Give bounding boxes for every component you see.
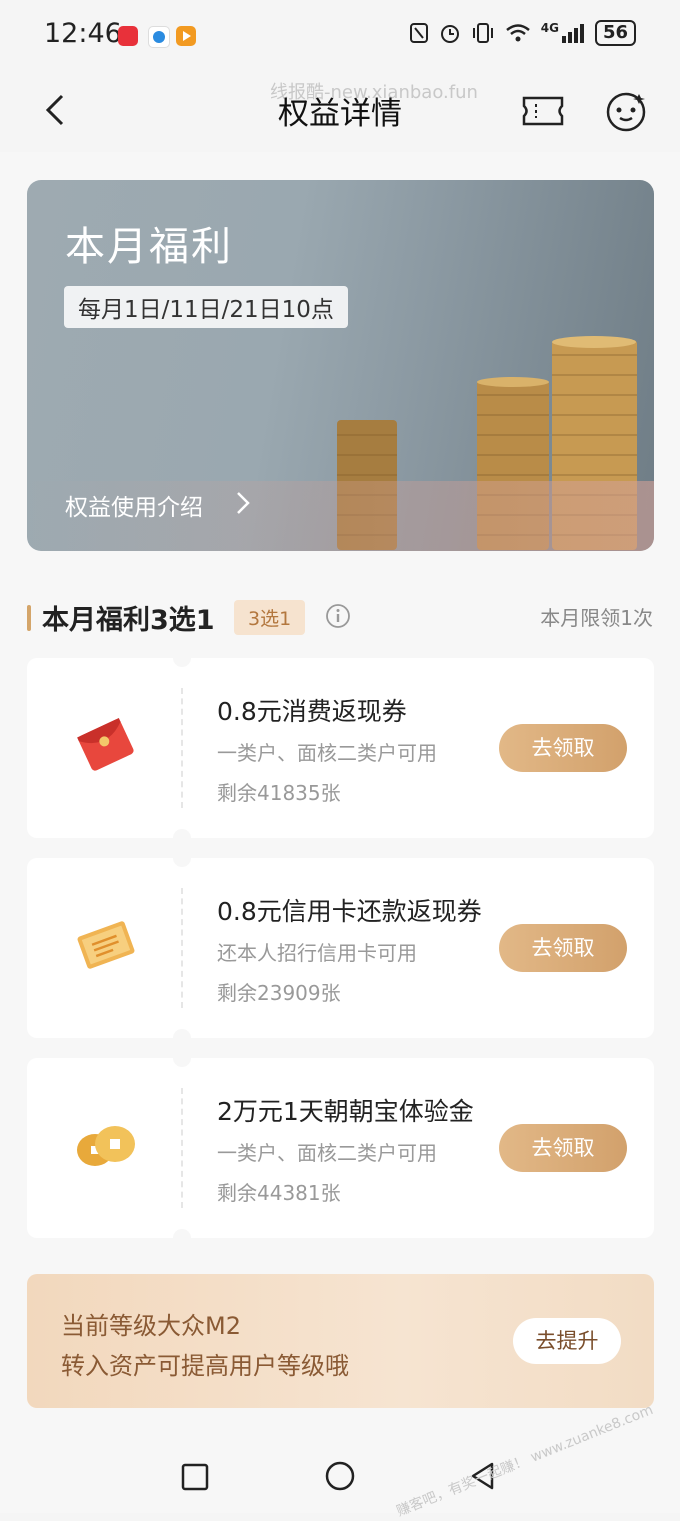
- monthly-benefit-banner[interactable]: 本月福利 每月1日/11日/21日10点 权益使用介绍: [27, 180, 654, 551]
- benefit-condition: 一类户、面核二类户可用: [217, 741, 437, 765]
- level-hint: 转入资产可提高用户等级哦: [61, 1352, 349, 1380]
- benefit-intro-link[interactable]: 权益使用介绍: [65, 488, 203, 522]
- benefit-title: 0.8元消费返现券: [217, 697, 407, 726]
- main-content: 本月福利 每月1日/11日/21日10点 权益使用介绍 本月福利3选1 3选1 …: [0, 152, 680, 1513]
- alarm-icon: [440, 25, 459, 43]
- benefit-remaining: 剩余41835张: [217, 781, 341, 805]
- claim-button[interactable]: 去领取: [499, 924, 627, 972]
- claim-button[interactable]: 去领取: [499, 1124, 627, 1172]
- recent-apps-icon[interactable]: [180, 1462, 210, 1492]
- signal-icon: [561, 24, 584, 43]
- benefit-card: 2万元1天朝朝宝体验金 一类户、面核二类户可用 剩余44381张 去领取: [27, 1057, 654, 1239]
- gold-coin-icon: [77, 1126, 135, 1166]
- top-nav: 线报酷-new.xianbao.fun 权益详情: [0, 70, 680, 152]
- info-icon[interactable]: [325, 603, 351, 629]
- status-time: 12:46: [44, 18, 122, 49]
- app-notification-icon: [148, 26, 170, 48]
- assistant-icon[interactable]: [604, 90, 648, 134]
- section-title: 本月福利3选1: [42, 605, 215, 636]
- benefit-remaining: 剩余23909张: [217, 981, 341, 1005]
- wifi-icon: [505, 24, 530, 42]
- coupon-ticket-icon: [77, 921, 135, 969]
- benefit-title: 2万元1天朝朝宝体验金: [217, 1097, 474, 1126]
- upgrade-button[interactable]: 去提升: [513, 1318, 621, 1364]
- section-badge: 3选1: [234, 600, 306, 635]
- battery-indicator: 56: [594, 20, 636, 46]
- app-notification-icon: [118, 26, 138, 46]
- banner-schedule: 每月1日/11日/21日10点: [64, 286, 348, 328]
- user-level-card: 当前等级大众M2 转入资产可提高用户等级哦 去提升: [27, 1274, 654, 1408]
- home-icon[interactable]: [324, 1460, 356, 1492]
- chevron-right-icon: [237, 492, 250, 514]
- banner-title: 本月福利: [65, 224, 233, 270]
- benefit-condition: 一类户、面核二类户可用: [217, 1141, 437, 1165]
- status-bar: 12:46 4G 56: [0, 0, 680, 70]
- benefit-card: 0.8元信用卡还款返现券 还本人招行信用卡可用 剩余23909张 去领取: [27, 857, 654, 1039]
- current-level: 当前等级大众M2: [61, 1312, 241, 1340]
- section-marker: [27, 605, 31, 631]
- red-envelope-icon: [77, 718, 134, 771]
- vibrate-icon: [472, 23, 493, 43]
- benefit-title: 0.8元信用卡还款返现券: [217, 897, 482, 926]
- ticket-icon[interactable]: [522, 96, 564, 126]
- claim-button[interactable]: 去领取: [499, 724, 627, 772]
- claim-limit: 本月限领1次: [540, 606, 653, 630]
- network-type: 4G: [540, 21, 559, 35]
- status-icons: 4G 56: [409, 20, 636, 46]
- benefit-remaining: 剩余44381张: [217, 1181, 341, 1205]
- nfc-icon: [409, 23, 428, 43]
- app-notification-icon: [176, 26, 196, 46]
- benefit-card: 0.8元消费返现券 一类户、面核二类户可用 剩余41835张 去领取: [27, 657, 654, 839]
- benefit-condition: 还本人招行信用卡可用: [217, 941, 417, 965]
- page-title: 权益详情: [278, 96, 402, 132]
